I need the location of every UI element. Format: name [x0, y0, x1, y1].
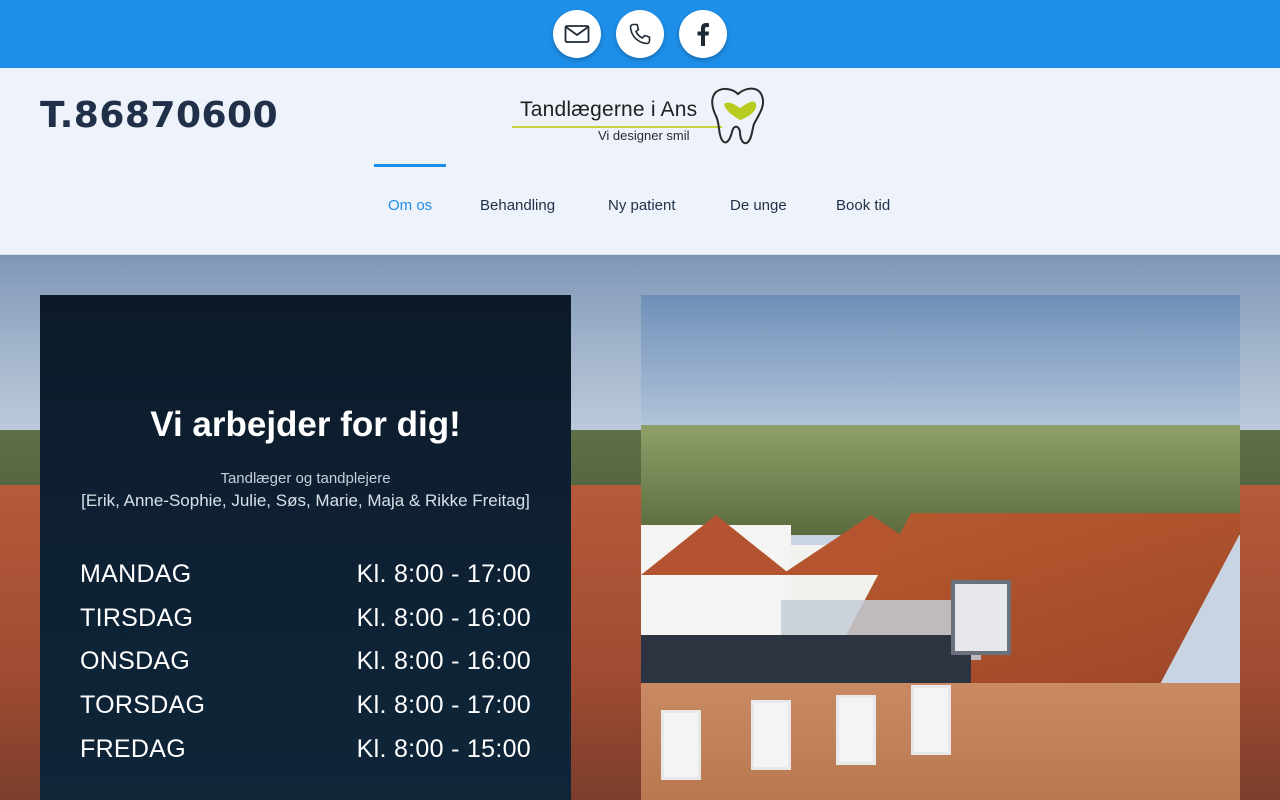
hours-row: TIRSDAG Kl. 8:00 - 16:00 — [80, 597, 531, 641]
main-nav: Om os Behandling Ny patient De unge Book… — [0, 164, 1280, 254]
weekday: MANDAG — [80, 560, 192, 589]
site-logo[interactable]: Tandlægerne i Ans Vi designer smil — [510, 86, 772, 148]
opening-time: Kl. 8:00 - 16:00 — [356, 603, 531, 632]
facebook-icon — [697, 23, 709, 46]
opening-time: Kl. 8:00 - 15:00 — [356, 734, 531, 763]
hours-row: ONSDAG Kl. 8:00 - 16:00 — [80, 640, 531, 684]
panel-subtitle: Tandlæger og tandplejere — [220, 470, 391, 487]
hours-row: FREDAG Kl. 8:00 - 15:00 — [80, 727, 531, 771]
facebook-button[interactable] — [679, 10, 727, 58]
opening-time: Kl. 8:00 - 16:00 — [356, 647, 531, 676]
nav-active-indicator — [374, 164, 446, 167]
logo-name: Tandlægerne i Ans — [520, 98, 698, 121]
nav-item-de-unge[interactable]: De unge — [730, 197, 787, 214]
phone-number[interactable]: T.86870600 — [40, 95, 278, 136]
nav-item-ny-patient[interactable]: Ny patient — [608, 197, 676, 214]
email-button[interactable] — [553, 10, 601, 58]
hours-row: TORSDAG Kl. 8:00 - 17:00 — [80, 684, 531, 728]
opening-time: Kl. 8:00 - 17:00 — [356, 691, 531, 720]
nav-item-book-tid[interactable]: Book tid — [836, 197, 890, 214]
tooth-logo-icon — [711, 87, 764, 145]
weekday: ONSDAG — [80, 647, 191, 676]
opening-hours-panel: Vi arbejder for dig! Tandlæger og tandpl… — [40, 295, 571, 800]
weekday: TORSDAG — [80, 691, 206, 720]
clinic-photo — [641, 295, 1240, 800]
hours-row: MANDAG Kl. 8:00 - 17:00 — [80, 553, 531, 597]
weekday: FREDAG — [80, 734, 186, 763]
mail-icon — [564, 25, 590, 43]
site-header: T.86870600 Tandlægerne i Ans Vi designer… — [0, 68, 1280, 255]
weekday: TIRSDAG — [80, 603, 194, 632]
logo-tagline: Vi designer smil — [598, 128, 690, 143]
top-bar — [0, 0, 1280, 68]
opening-hours-list: MANDAG Kl. 8:00 - 17:00 TIRSDAG Kl. 8:00… — [80, 553, 531, 771]
phone-button[interactable] — [616, 10, 664, 58]
phone-icon — [629, 23, 651, 45]
nav-item-behandling[interactable]: Behandling — [480, 197, 555, 214]
staff-names: [Erik, Anne-Sophie, Julie, Søs, Marie, M… — [81, 491, 530, 510]
nav-item-om-os[interactable]: Om os — [388, 197, 432, 214]
opening-time: Kl. 8:00 - 17:00 — [356, 560, 531, 589]
panel-title: Vi arbejder for dig! — [150, 405, 461, 444]
